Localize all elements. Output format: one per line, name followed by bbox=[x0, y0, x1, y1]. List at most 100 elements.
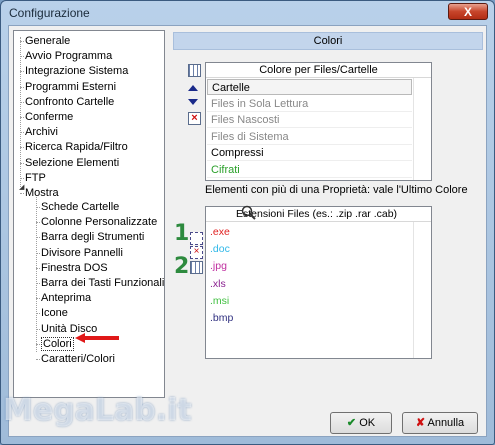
annotation-number-2: 2 bbox=[174, 254, 190, 279]
tree-connector bbox=[36, 222, 40, 224]
tree-item-label: Avvio Programma bbox=[25, 50, 113, 63]
tree-item-label: Barra dei Tasti Funzionali bbox=[41, 277, 165, 289]
annotation-number-1: 1 bbox=[174, 221, 190, 246]
title-bar: Configurazione X bbox=[1, 1, 494, 25]
tree-item-colori[interactable]: Colori bbox=[36, 336, 74, 351]
file-type-row[interactable]: Cifrati bbox=[207, 162, 412, 178]
tree-item-barra-dei-tasti-funzionali[interactable]: Barra dei Tasti Funzionali bbox=[36, 276, 165, 290]
tree-item-anteprima[interactable]: Anteprima bbox=[36, 291, 92, 305]
tree-item-schede-cartelle[interactable]: Schede Cartelle bbox=[36, 200, 120, 214]
extension-row[interactable]: .xls bbox=[210, 276, 410, 292]
tree-connector bbox=[36, 298, 40, 300]
tree-item-label: Confronto Cartelle bbox=[25, 95, 115, 108]
ok-button[interactable]: ✔ OK bbox=[330, 412, 392, 434]
tree-item-icone[interactable]: Icone bbox=[36, 306, 68, 320]
tree-item-label: Finestra DOS bbox=[41, 261, 108, 274]
file-color-list: Colore per Files/Cartelle Cartelle Files … bbox=[205, 62, 432, 181]
tree-connector bbox=[20, 71, 24, 73]
extension-color-grid-icon[interactable] bbox=[190, 261, 203, 274]
tree-connector bbox=[36, 328, 40, 330]
tree-connector bbox=[36, 207, 40, 208]
grid-divider bbox=[413, 78, 414, 180]
tree-item-label: Ricerca Rapida/Filtro bbox=[25, 141, 128, 154]
tree-item-archivi[interactable]: Archivi bbox=[20, 125, 59, 139]
tree-item-integrazione-sistema[interactable]: Integrazione Sistema bbox=[20, 64, 129, 78]
tree-item-selezione-elementi[interactable]: Selezione Elementi bbox=[20, 156, 120, 170]
move-down-icon[interactable] bbox=[188, 99, 198, 105]
file-type-row[interactable]: Files di Sistema bbox=[207, 129, 412, 145]
tree-connector bbox=[36, 313, 40, 315]
pointer-arrow-icon bbox=[75, 333, 119, 343]
tree-item-label: Anteprima bbox=[41, 292, 92, 305]
tree-connector bbox=[20, 162, 24, 164]
grid-divider bbox=[413, 222, 414, 358]
tree-connector bbox=[36, 343, 40, 345]
tree-item-label: Selezione Elementi bbox=[25, 156, 120, 169]
tree-connector bbox=[20, 193, 24, 194]
extension-row[interactable]: .doc bbox=[210, 241, 410, 257]
tree-item-programmi-esterni[interactable]: Programmi Esterni bbox=[20, 80, 117, 94]
tree-connector bbox=[20, 41, 24, 42]
move-up-icon[interactable] bbox=[188, 85, 198, 91]
configuration-window: Configurazione X ◢ Generale Avvio Program… bbox=[0, 0, 495, 445]
close-button[interactable]: X bbox=[448, 3, 488, 20]
priority-note: Elementi con più di una Proprietà: vale … bbox=[205, 184, 468, 196]
tree-item-label: Mostra bbox=[25, 187, 59, 199]
check-icon: ✔ bbox=[346, 417, 357, 429]
extension-row[interactable]: .exe bbox=[210, 224, 410, 240]
tree-item-label: Conferme bbox=[25, 111, 74, 123]
tree-item-avvio-programma[interactable]: Avvio Programma bbox=[20, 49, 113, 63]
delete-extension-icon[interactable]: × bbox=[190, 246, 203, 259]
tree-item-label: Caratteri/Colori bbox=[41, 353, 115, 365]
tree-item-ricerca-rapida-filtro[interactable]: Ricerca Rapida/Filtro bbox=[20, 140, 128, 154]
file-type-row[interactable]: Files in Sola Lettura bbox=[207, 96, 412, 112]
tree-item-label: Programmi Esterni bbox=[25, 80, 117, 93]
collapse-arrow-icon[interactable]: ◢ bbox=[19, 183, 24, 191]
tree-item-finestra-dos[interactable]: Finestra DOS bbox=[36, 261, 108, 275]
color-grid-icon[interactable] bbox=[188, 64, 201, 77]
tree-item-colonne-personalizzate[interactable]: Colonne Personalizzate bbox=[36, 215, 157, 229]
file-type-row[interactable]: Cartelle bbox=[207, 79, 412, 95]
new-extension-icon[interactable] bbox=[190, 232, 203, 245]
tree-item-caratteri-colori[interactable]: Caratteri/Colori bbox=[36, 352, 115, 366]
tree-item-generale[interactable]: Generale bbox=[20, 34, 71, 48]
extension-list-header: Estensioni Files (es.: .zip .rar .cab) bbox=[206, 207, 431, 222]
tree-connector bbox=[20, 117, 24, 118]
delete-icon[interactable]: × bbox=[188, 112, 201, 125]
tree-connector bbox=[20, 147, 24, 149]
extension-row[interactable]: .jpg bbox=[210, 258, 410, 274]
tree-item-ftp[interactable]: FTP bbox=[20, 171, 46, 185]
file-color-list-header: Colore per Files/Cartelle bbox=[206, 63, 431, 78]
extension-row[interactable]: .msi bbox=[210, 293, 410, 309]
tree-connector bbox=[36, 267, 40, 269]
tree-item-divisore-pannelli[interactable]: Divisore Pannelli bbox=[36, 246, 123, 260]
tree-connector bbox=[36, 359, 40, 360]
tree-item-mostra[interactable]: Mostra bbox=[20, 186, 59, 200]
tree-item-barra-degli-strumenti[interactable]: Barra degli Strumenti bbox=[36, 230, 145, 244]
extension-row[interactable]: .bmp bbox=[210, 310, 410, 326]
tree-connector bbox=[36, 237, 40, 239]
tree-item-label: Archivi bbox=[25, 126, 59, 139]
cancel-button[interactable]: ✘ Annulla bbox=[402, 412, 478, 434]
tree-connector bbox=[20, 56, 24, 58]
watermark: MegaLab.it bbox=[3, 393, 192, 428]
tree-item-label: Divisore Pannelli bbox=[41, 246, 123, 259]
file-type-row[interactable]: Compressi bbox=[207, 145, 412, 161]
tree-item-label: Generale bbox=[25, 35, 71, 47]
tree-item-label: Integrazione Sistema bbox=[25, 65, 129, 78]
tree-item-confronto-cartelle[interactable]: Confronto Cartelle bbox=[20, 95, 115, 109]
window-title: Configurazione bbox=[9, 6, 90, 20]
file-type-row[interactable]: Files Nascosti bbox=[207, 112, 412, 128]
tree-connector bbox=[36, 252, 40, 254]
magnifier-icon bbox=[241, 205, 256, 220]
tree-item-label: FTP bbox=[25, 171, 46, 184]
tree-guide-line bbox=[20, 37, 21, 187]
tree-connector bbox=[36, 283, 40, 284]
cancel-icon: ✘ bbox=[415, 417, 426, 429]
tree-connector bbox=[20, 177, 24, 179]
tree-item-label: Schede Cartelle bbox=[41, 201, 120, 213]
tree-item-conferme[interactable]: Conferme bbox=[20, 110, 74, 124]
tree-connector bbox=[20, 86, 24, 88]
tree-item-label: Colori bbox=[41, 336, 74, 351]
tree-item-label: Barra degli Strumenti bbox=[41, 231, 145, 244]
